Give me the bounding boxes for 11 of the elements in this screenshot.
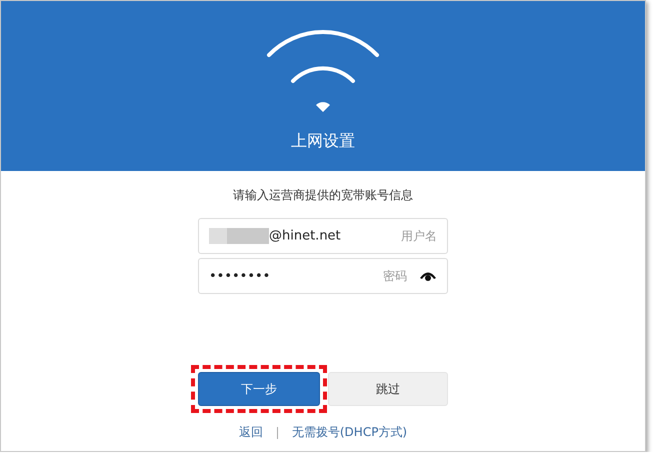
next-button[interactable]: 下一步 bbox=[198, 372, 320, 406]
skip-button[interactable]: 跳过 bbox=[328, 372, 448, 406]
field-label: 用户名 bbox=[401, 228, 437, 244]
text-link[interactable]: 返回 bbox=[238, 424, 263, 441]
field-label: 密码 bbox=[383, 268, 407, 284]
username-field[interactable]: @hinet.net 用户名 bbox=[198, 218, 448, 254]
eye-icon[interactable] bbox=[419, 270, 437, 282]
instruction-text: 请输入运营商提供的宽带账号信息 bbox=[233, 187, 413, 204]
page-title: 上网设置 bbox=[291, 131, 355, 152]
text-link[interactable]: 无需拨号(DHCP方式) bbox=[292, 424, 408, 441]
password-field[interactable]: •••••••• 密码 bbox=[198, 258, 448, 294]
